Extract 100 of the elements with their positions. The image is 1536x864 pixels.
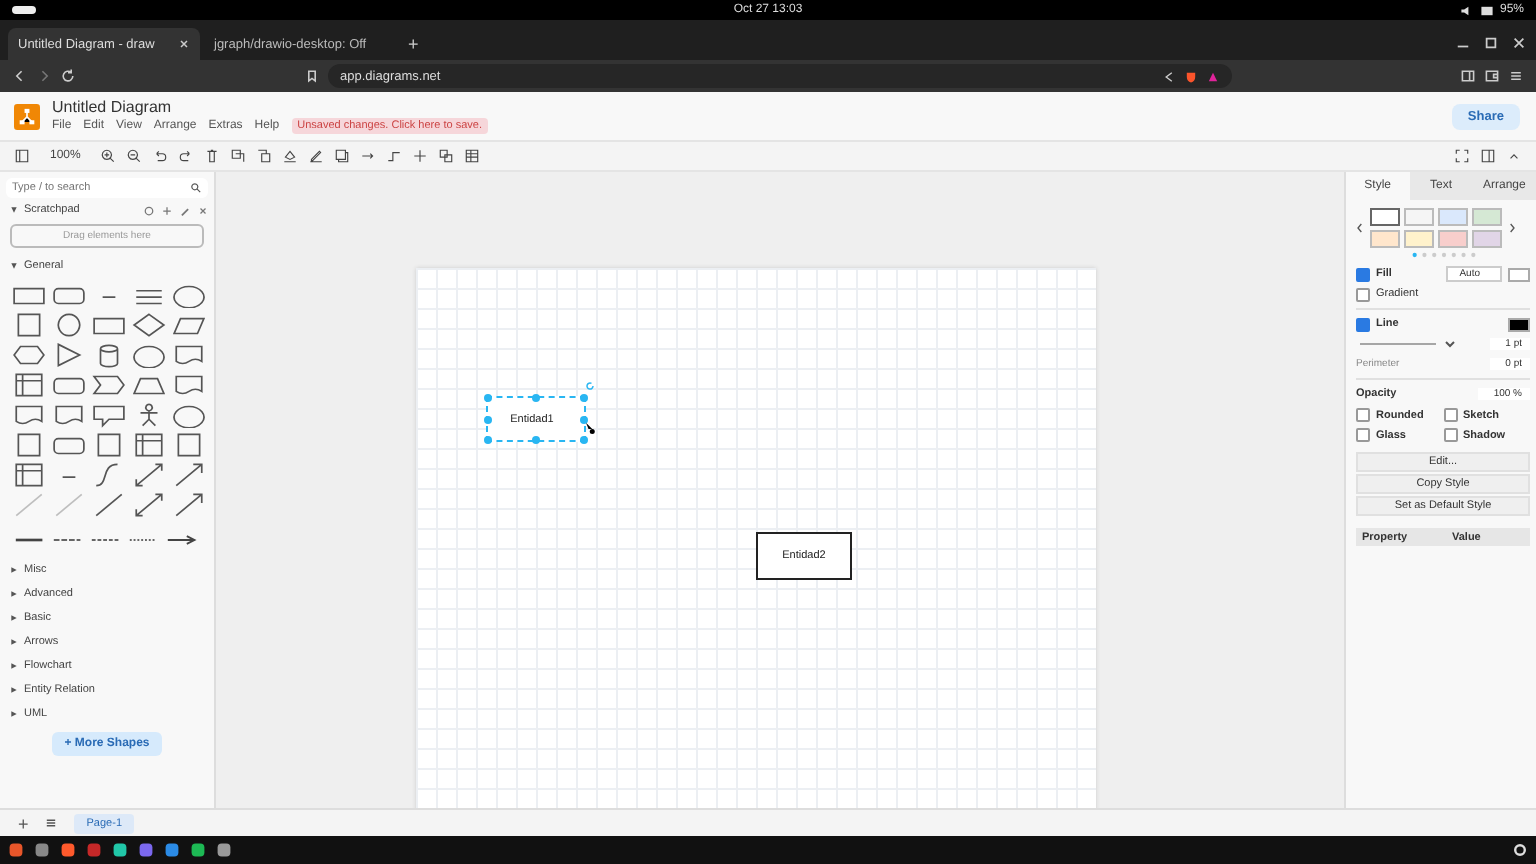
- style-swatch[interactable]: [1370, 208, 1400, 226]
- checkbox[interactable]: [1356, 317, 1370, 331]
- plus-icon[interactable]: [412, 148, 429, 164]
- circle-icon[interactable]: [52, 312, 86, 338]
- checkbox[interactable]: [1356, 287, 1370, 301]
- close-icon[interactable]: [178, 38, 190, 50]
- pencil-icon[interactable]: [308, 148, 325, 164]
- delete-icon[interactable]: [204, 148, 221, 164]
- pages-menu-icon[interactable]: [44, 816, 59, 830]
- checkbox[interactable]: [1443, 428, 1457, 442]
- pencil-icon[interactable]: [180, 205, 190, 215]
- next-icon[interactable]: [1508, 222, 1516, 234]
- line-icon[interactable]: [92, 492, 126, 518]
- diamond-icon[interactable]: [132, 312, 166, 338]
- caret-icon[interactable]: [10, 638, 18, 646]
- bookmark-icon[interactable]: [304, 68, 320, 84]
- resize-handle[interactable]: [532, 394, 540, 402]
- square-icon[interactable]: [92, 432, 126, 458]
- checkbox[interactable]: [1356, 408, 1370, 422]
- hexagon-icon[interactable]: [12, 342, 46, 368]
- connector-arrow-icon[interactable]: [360, 148, 377, 164]
- rectangle-icon[interactable]: [12, 282, 46, 308]
- activities-indicator[interactable]: [12, 6, 36, 14]
- plus-icon[interactable]: [162, 205, 172, 215]
- to-front-icon[interactable]: [230, 148, 247, 164]
- fill-color-icon[interactable]: [282, 148, 299, 164]
- back-icon[interactable]: [12, 68, 28, 84]
- caret-icon[interactable]: [10, 206, 18, 214]
- table-icon[interactable]: [132, 432, 166, 458]
- checkbox[interactable]: [1443, 408, 1457, 422]
- caret-icon[interactable]: [10, 662, 18, 670]
- style-swatch[interactable]: [1438, 230, 1468, 248]
- waypoint-icon[interactable]: [386, 148, 403, 164]
- document-title[interactable]: Untitled Diagram: [52, 98, 488, 116]
- zoom-in-icon[interactable]: [100, 148, 117, 164]
- table-icon[interactable]: [464, 148, 481, 164]
- triangle-icon[interactable]: [1206, 69, 1220, 83]
- style-swatch[interactable]: [1472, 208, 1502, 226]
- shadow-icon[interactable]: [334, 148, 351, 164]
- step-icon[interactable]: [92, 372, 126, 398]
- document-icon[interactable]: [172, 372, 206, 398]
- square-icon[interactable]: [12, 312, 46, 338]
- resize-handle[interactable]: [580, 394, 588, 402]
- table-icon[interactable]: [12, 372, 46, 398]
- checkbox[interactable]: [1356, 267, 1370, 281]
- line-styles-drawing[interactable]: [12, 534, 202, 546]
- format-panel-icon[interactable]: [1480, 148, 1496, 164]
- trapezoid-icon[interactable]: [132, 372, 166, 398]
- sidebar-toggle-icon[interactable]: [14, 148, 30, 164]
- color-swatch[interactable]: [1508, 267, 1530, 281]
- reload-icon[interactable]: [60, 68, 76, 84]
- shield-icon[interactable]: [1184, 69, 1198, 83]
- resize-handle[interactable]: [484, 436, 492, 444]
- resize-handle[interactable]: [580, 415, 588, 423]
- fullscreen-icon[interactable]: [1454, 148, 1470, 164]
- collapse-icon[interactable]: [1506, 148, 1522, 164]
- rotate-handle-icon[interactable]: [584, 380, 596, 392]
- square-icon[interactable]: [12, 432, 46, 458]
- double-arrow-icon[interactable]: [132, 462, 166, 488]
- menu-icon[interactable]: [1508, 68, 1524, 84]
- new-tab-button[interactable]: +: [400, 28, 427, 60]
- caret-icon[interactable]: [10, 686, 18, 694]
- style-swatch[interactable]: [1438, 208, 1468, 226]
- caret-icon[interactable]: [10, 710, 18, 718]
- forward-icon[interactable]: [36, 68, 52, 84]
- redo-icon[interactable]: [178, 148, 195, 164]
- caret-icon[interactable]: [10, 590, 18, 598]
- style-swatch[interactable]: [1404, 208, 1434, 226]
- duplicate-icon[interactable]: [438, 148, 455, 164]
- arrow-icon[interactable]: [172, 492, 206, 518]
- caret-icon[interactable]: [10, 566, 18, 574]
- parallelogram-icon[interactable]: [172, 312, 206, 338]
- previous-icon[interactable]: [1356, 222, 1364, 234]
- caret-icon[interactable]: [10, 262, 18, 270]
- resize-handle[interactable]: [532, 436, 540, 444]
- style-swatch[interactable]: [1404, 230, 1434, 248]
- rectangle-icon[interactable]: [92, 312, 126, 338]
- document-icon[interactable]: [52, 402, 86, 428]
- add-page-button[interactable]: +: [18, 813, 29, 833]
- close-icon[interactable]: [1512, 36, 1526, 50]
- checkbox[interactable]: [1356, 428, 1370, 442]
- share-icon[interactable]: [1162, 69, 1176, 83]
- square-icon[interactable]: [172, 432, 206, 458]
- table-icon[interactable]: [12, 462, 46, 488]
- document-icon[interactable]: [12, 402, 46, 428]
- caret-icon[interactable]: [10, 614, 18, 622]
- resize-handle[interactable]: [484, 415, 492, 423]
- arrow-icon[interactable]: [172, 462, 206, 488]
- zoom-out-icon[interactable]: [126, 148, 143, 164]
- resize-handle[interactable]: [580, 436, 588, 444]
- style-swatch[interactable]: [1370, 230, 1400, 248]
- document-icon[interactable]: [172, 342, 206, 368]
- settings-icon[interactable]: [1512, 842, 1528, 858]
- help-icon[interactable]: [144, 205, 154, 215]
- sidebar-icon[interactable]: [1460, 68, 1476, 84]
- maximize-icon[interactable]: [1484, 36, 1498, 50]
- double-arrow-icon[interactable]: [132, 492, 166, 518]
- resize-handle[interactable]: [484, 394, 492, 402]
- color-swatch[interactable]: [1508, 317, 1530, 331]
- wallet-icon[interactable]: [1484, 68, 1500, 84]
